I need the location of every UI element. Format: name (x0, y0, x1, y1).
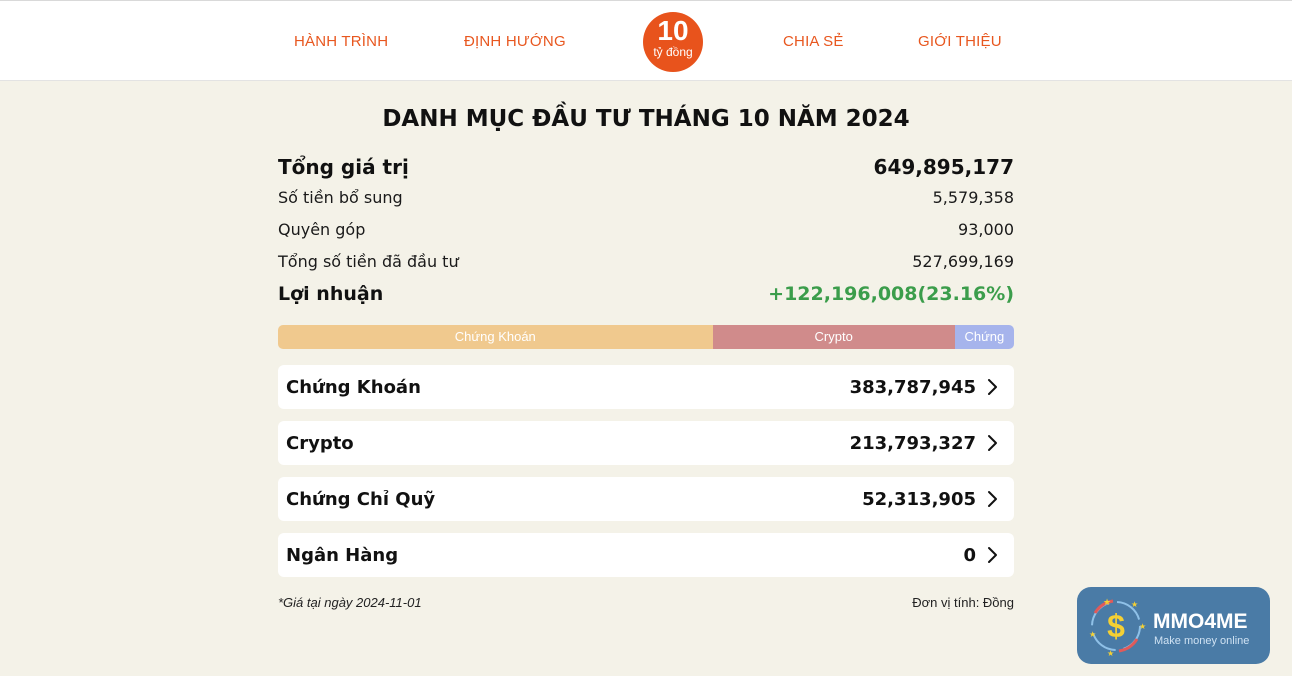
chevron-right-icon (988, 491, 997, 507)
asset-card-chung-khoan[interactable]: Chứng Khoán 383,787,945 (278, 365, 1014, 409)
svg-text:$: $ (1107, 608, 1125, 644)
summary-additional: Số tiền bổ sung 5,579,358 (278, 188, 1014, 207)
top-navigation: HÀNH TRÌNH ĐỊNH HƯỚNG 10 tỷ đồng CHIA SẺ… (0, 0, 1292, 81)
donation-value: 93,000 (958, 220, 1014, 239)
asset-card-crypto[interactable]: Crypto 213,793,327 (278, 421, 1014, 465)
summary-donation: Quyên góp 93,000 (278, 220, 1014, 239)
donation-label: Quyên góp (278, 220, 366, 239)
profit-value: +122,196,008(23.16%) (768, 283, 1014, 305)
summary-total: Tổng giá trị 649,895,177 (278, 155, 1014, 179)
logo-number: 10 (657, 15, 689, 46)
asset-value: 383,787,945 (849, 376, 976, 398)
nav-hanh-trinh[interactable]: HÀNH TRÌNH (294, 33, 388, 50)
svg-text:★: ★ (1089, 630, 1096, 639)
summary-profit: Lợi nhuận +122,196,008(23.16%) (278, 283, 1014, 305)
logo-subtitle: tỷ đồng (653, 45, 693, 59)
allocation-segment-chung-chi-quy: Chứng (954, 325, 1014, 349)
price-date-note: *Giá tại ngày 2024-11-01 (278, 595, 422, 610)
chevron-right-icon (988, 435, 997, 451)
page-title: DANH MỤC ĐẦU TƯ THÁNG 10 NĂM 2024 (382, 106, 910, 132)
svg-text:★: ★ (1131, 600, 1138, 609)
invested-label: Tổng số tiền đã đầu tư (278, 252, 459, 271)
chevron-right-icon (988, 547, 997, 563)
badge-tagline: Make money online (1154, 635, 1250, 647)
logo-10-ty-dong[interactable]: 10 tỷ đồng (643, 12, 703, 72)
dollar-coin-icon: $ ★ ★ ★ ★ ★ (1089, 598, 1146, 658)
svg-text:★: ★ (1107, 649, 1114, 658)
profit-label: Lợi nhuận (278, 283, 384, 305)
total-value: 649,895,177 (873, 155, 1014, 179)
invested-value: 527,699,169 (912, 252, 1014, 271)
allocation-segment-chung-khoan: Chứng Khoán (278, 325, 713, 349)
asset-value: 0 (963, 544, 976, 566)
allocation-bar: Chứng Khoán Crypto Chứng (278, 325, 1014, 349)
nav-dinh-huong[interactable]: ĐỊNH HƯỚNG (464, 33, 566, 50)
asset-name: Chứng Chỉ Quỹ (286, 488, 436, 510)
nav-gioi-thieu[interactable]: GIỚI THIỆU (918, 33, 1002, 50)
svg-text:★: ★ (1103, 598, 1111, 608)
asset-card-chung-chi-quy[interactable]: Chứng Chỉ Quỹ 52,313,905 (278, 477, 1014, 521)
asset-value: 213,793,327 (849, 432, 976, 454)
badge-name: MMO4ME (1153, 610, 1248, 633)
svg-text:★: ★ (1139, 622, 1146, 631)
asset-value: 52,313,905 (862, 488, 976, 510)
additional-label: Số tiền bổ sung (278, 188, 403, 207)
asset-name: Chứng Khoán (286, 376, 421, 398)
allocation-segment-crypto: Crypto (712, 325, 955, 349)
asset-name: Crypto (286, 432, 354, 454)
mmo4me-badge[interactable]: $ ★ ★ ★ ★ ★ MMO4ME Make money online (1077, 587, 1270, 664)
currency-unit-note: Đơn vị tính: Đồng (912, 595, 1014, 610)
additional-value: 5,579,358 (932, 188, 1014, 207)
total-label: Tổng giá trị (278, 155, 409, 179)
nav-chia-se[interactable]: CHIA SẺ (783, 33, 844, 50)
asset-card-ngan-hang[interactable]: Ngân Hàng 0 (278, 533, 1014, 577)
asset-name: Ngân Hàng (286, 544, 399, 566)
chevron-right-icon (988, 379, 997, 395)
summary-invested: Tổng số tiền đã đầu tư 527,699,169 (278, 252, 1014, 271)
